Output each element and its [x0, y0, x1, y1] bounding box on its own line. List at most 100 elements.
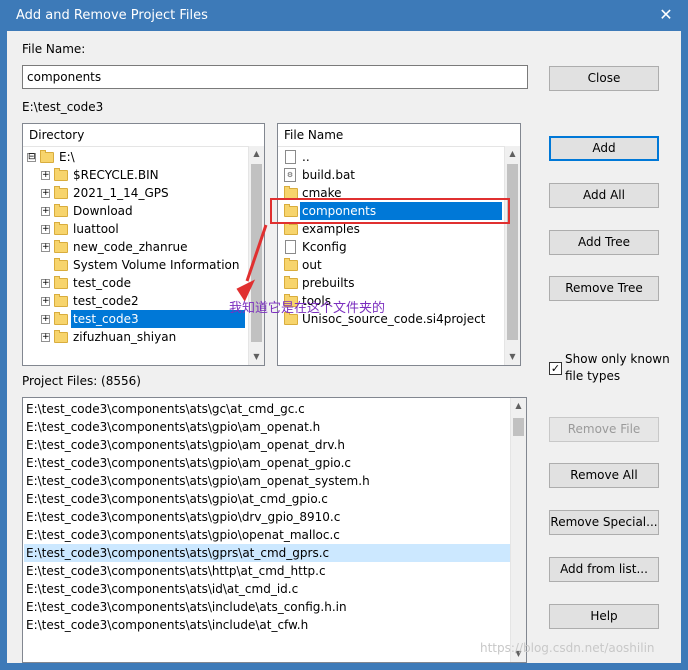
batch-file-icon: ⚙: [284, 168, 296, 182]
scroll-thumb[interactable]: [513, 418, 524, 436]
scroll-down-icon[interactable]: ▼: [505, 349, 520, 365]
file-name-header[interactable]: File Name: [278, 124, 520, 147]
scroll-up-icon[interactable]: ▲: [511, 398, 526, 414]
expand-icon[interactable]: +: [41, 333, 50, 342]
directory-item-label: $RECYCLE.BIN: [73, 168, 159, 182]
add-tree-button[interactable]: Add Tree: [549, 230, 659, 255]
expand-icon[interactable]: +: [41, 279, 50, 288]
show-known-types-label[interactable]: Show only known file types: [565, 351, 670, 385]
scroll-up-icon[interactable]: ▲: [505, 146, 520, 162]
file-name-input[interactable]: components: [22, 65, 528, 89]
remove-file-button[interactable]: Remove File: [549, 417, 659, 442]
dialog-window: Add and Remove Project Files ✕ File Name…: [0, 0, 688, 670]
file-item-label: Kconfig: [302, 240, 347, 254]
project-file-row[interactable]: E:\test_code3\components\ats\gpio\am_ope…: [24, 472, 512, 490]
folder-icon: [284, 258, 298, 271]
directory-item-label: test_code: [73, 276, 131, 290]
expand-icon[interactable]: +: [41, 207, 50, 216]
highlight-box: [270, 198, 510, 224]
folder-icon: [54, 294, 68, 307]
folder-icon: [54, 204, 68, 217]
project-file-row[interactable]: E:\test_code3\components\ats\gpio\at_cmd…: [24, 490, 512, 508]
folder-icon: [54, 186, 68, 199]
directory-item[interactable]: + test_code3: [23, 310, 249, 328]
directory-tree[interactable]: Directory ⊟ E:\ + $RECYCLE.BIN +2021_1_14_GP…: [22, 123, 265, 366]
project-file-row[interactable]: E:\test_code3\components\ats\gpio\drv_gp…: [24, 508, 512, 526]
expand-icon[interactable]: +: [41, 225, 50, 234]
file-item[interactable]: ..: [278, 148, 504, 166]
file-icon: [285, 150, 296, 164]
file-item-label: build.bat: [302, 168, 355, 182]
file-name-label: File Name:: [22, 42, 86, 56]
directory-item[interactable]: + $RECYCLE.BIN: [23, 166, 249, 184]
project-file-row[interactable]: E:\test_code3\components\ats\gprs\at_cmd…: [24, 544, 512, 562]
watermark: https://blog.csdn.net/aoshilin: [480, 641, 655, 655]
add-all-button[interactable]: Add All: [549, 183, 659, 208]
expand-icon[interactable]: +: [41, 315, 50, 324]
directory-item[interactable]: + new_code_zhanrue: [23, 238, 249, 256]
expand-icon[interactable]: +: [41, 297, 50, 306]
directory-item-label: test_code2: [73, 294, 139, 308]
add-from-list-button[interactable]: Add from list...: [549, 557, 659, 582]
expand-icon[interactable]: +: [41, 171, 50, 180]
folder-icon: [54, 258, 68, 271]
directory-item[interactable]: + test_code: [23, 274, 249, 292]
show-known-types-checkbox[interactable]: ✓: [549, 362, 562, 375]
window-title: Add and Remove Project Files: [16, 8, 208, 23]
project-files-scrollbar[interactable]: ▲ ▼: [510, 398, 526, 662]
current-path: E:\test_code3: [22, 100, 104, 114]
close-window-icon[interactable]: ✕: [652, 2, 680, 28]
folder-icon: [284, 222, 298, 235]
folder-icon: [54, 240, 68, 253]
expand-icon[interactable]: ⊟: [27, 153, 36, 162]
file-item[interactable]: ⚙ build.bat: [278, 166, 504, 184]
file-name-list[interactable]: File Name .. ⚙ build.bat cmake components exa…: [277, 123, 521, 366]
scroll-up-icon[interactable]: ▲: [249, 146, 264, 162]
directory-item[interactable]: + Download: [23, 202, 249, 220]
folder-icon: [54, 312, 68, 325]
folder-icon: [54, 222, 68, 235]
project-file-row[interactable]: E:\test_code3\components\ats\gpio\am_ope…: [24, 418, 512, 436]
help-button[interactable]: Help: [549, 604, 659, 629]
folder-icon: [284, 276, 298, 289]
directory-item[interactable]: + test_code2: [23, 292, 249, 310]
project-file-row[interactable]: E:\test_code3\components\ats\gpio\am_ope…: [24, 454, 512, 472]
folder-icon: [40, 150, 54, 163]
scroll-thumb[interactable]: [507, 164, 518, 340]
file-list-scrollbar[interactable]: ▲ ▼: [504, 146, 520, 365]
expand-icon[interactable]: +: [41, 189, 50, 198]
remove-all-button[interactable]: Remove All: [549, 463, 659, 488]
directory-item[interactable]: ⊟ E:\: [23, 148, 249, 166]
project-file-row[interactable]: E:\test_code3\components\ats\http\at_cmd…: [24, 562, 512, 580]
file-item[interactable]: out: [278, 256, 504, 274]
directory-item[interactable]: +2021_1_14_GPS: [23, 184, 249, 202]
directory-item-label: zifuzhuan_shiyan: [73, 330, 177, 344]
close-button[interactable]: Close: [549, 66, 659, 91]
file-item-label: prebuilts: [302, 276, 355, 290]
directory-item[interactable]: + luattool: [23, 220, 249, 238]
directory-header[interactable]: Directory: [23, 124, 264, 147]
project-file-row[interactable]: E:\test_code3\components\ats\include\at_…: [24, 616, 512, 634]
remove-special-button[interactable]: Remove Special...: [549, 510, 659, 535]
directory-item[interactable]: + zifuzhuan_shiyan: [23, 328, 249, 346]
directory-item-label: System Volume Information: [73, 258, 240, 272]
project-file-row[interactable]: E:\test_code3\components\ats\gc\at_cmd_g…: [24, 400, 512, 418]
folder-icon: [54, 330, 68, 343]
folder-icon: [54, 168, 68, 181]
directory-item[interactable]: System Volume Information: [23, 256, 249, 274]
file-item[interactable]: Kconfig: [278, 238, 504, 256]
directory-item-label: Download: [73, 204, 133, 218]
remove-tree-button[interactable]: Remove Tree: [549, 276, 659, 301]
project-file-row[interactable]: E:\test_code3\components\ats\gpio\am_ope…: [24, 436, 512, 454]
project-files-label: Project Files: (8556): [22, 374, 141, 388]
project-file-row[interactable]: E:\test_code3\components\ats\include\ats…: [24, 598, 512, 616]
expand-icon[interactable]: +: [41, 243, 50, 252]
folder-icon: [54, 276, 68, 289]
scroll-down-icon[interactable]: ▼: [249, 349, 264, 365]
project-file-row[interactable]: E:\test_code3\components\ats\id\at_cmd_i…: [24, 580, 512, 598]
show-known-line2: file types: [565, 369, 621, 383]
file-item[interactable]: prebuilts: [278, 274, 504, 292]
project-file-row[interactable]: E:\test_code3\components\ats\gpio\openat…: [24, 526, 512, 544]
project-files-list[interactable]: E:\test_code3\components\ats\gc\at_cmd_g…: [22, 397, 527, 663]
add-button[interactable]: Add: [549, 136, 659, 161]
